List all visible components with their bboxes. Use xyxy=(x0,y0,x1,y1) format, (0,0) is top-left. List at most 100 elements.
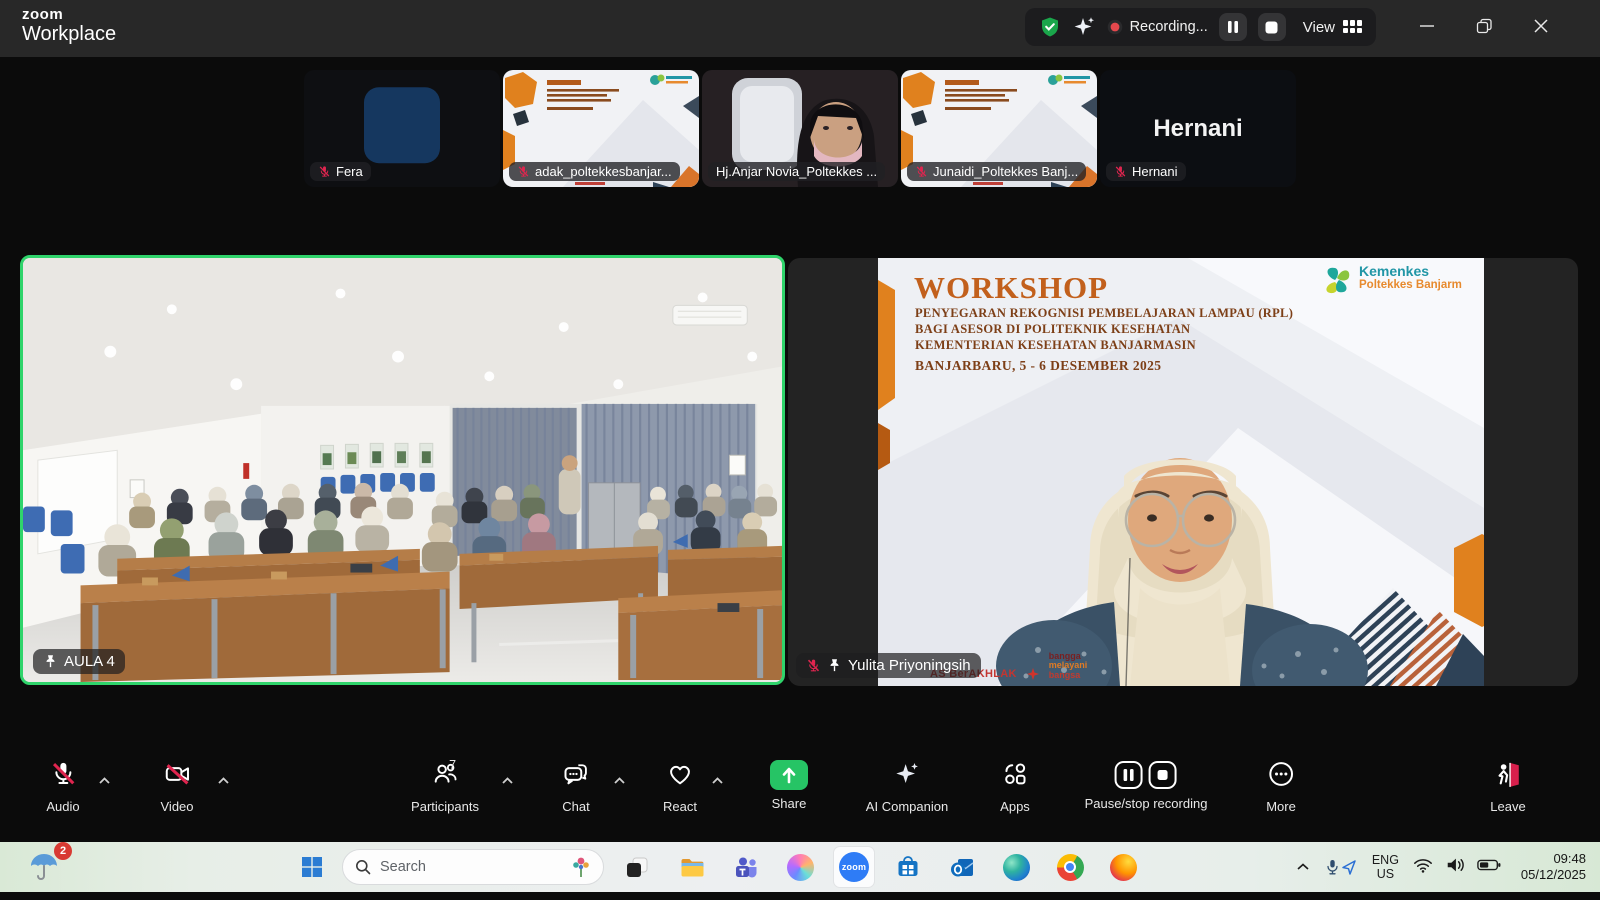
video-tile-anjar[interactable]: Hj.Anjar Novia_Poltekkes ... xyxy=(702,70,898,187)
pin-icon xyxy=(43,654,58,669)
language-switcher[interactable]: ENG US xyxy=(1364,853,1407,882)
video-tile-yulita[interactable]: WORKSHOP PENYEGARAN REKOGNISI PEMBELAJAR… xyxy=(788,258,1578,686)
firefox-button[interactable] xyxy=(1103,847,1143,887)
participant-name-pill: Hj.Anjar Novia_Poltekkes ... xyxy=(708,162,885,181)
restore-button[interactable] xyxy=(1460,0,1508,52)
pause-stop-recording-button[interactable]: Pause/stop recording xyxy=(1085,760,1208,811)
close-button[interactable] xyxy=(1517,0,1565,52)
stop-icon xyxy=(1265,21,1278,34)
audio-button[interactable]: Audio xyxy=(46,760,79,814)
participant-name: Fera xyxy=(336,164,363,179)
more-ellipsis-icon xyxy=(1267,760,1295,788)
zoom-app-button[interactable]: zoom xyxy=(834,847,874,887)
search-icon xyxy=(355,859,371,875)
file-explorer-button[interactable] xyxy=(672,847,712,887)
react-button[interactable]: React xyxy=(663,760,697,814)
video-tile-fera[interactable]: Fera xyxy=(304,70,500,187)
video-label: Video xyxy=(160,799,193,814)
weather-widget-button[interactable]: 2 xyxy=(24,847,64,887)
leave-button[interactable]: Leave xyxy=(1490,760,1525,814)
weather-badge: 2 xyxy=(54,842,72,860)
view-button[interactable]: View xyxy=(1303,19,1362,36)
chat-button[interactable]: Chat xyxy=(562,760,590,814)
audio-options-chevron[interactable] xyxy=(98,772,111,790)
participants-options-chevron[interactable] xyxy=(501,772,514,790)
system-tray: ENG US 09:48 05/12/2025 xyxy=(1287,842,1600,892)
recording-label: Recording... xyxy=(1130,19,1208,35)
edge-button[interactable] xyxy=(996,847,1036,887)
logo-zoom-text: zoom xyxy=(22,7,116,22)
muted-mic-icon xyxy=(49,760,77,788)
participant-name-pill: Hernani xyxy=(1106,162,1186,181)
camera-off-icon xyxy=(163,760,191,788)
outlook-button[interactable] xyxy=(942,847,982,887)
task-view-icon xyxy=(624,854,650,880)
tile-name-pill: AULA 4 xyxy=(33,649,125,674)
recording-controls-icon xyxy=(1085,760,1208,790)
chrome-icon xyxy=(1057,854,1084,881)
participants-button[interactable]: 7 Participants xyxy=(411,760,479,814)
video-options-chevron[interactable] xyxy=(217,772,230,790)
copilot-icon xyxy=(787,854,814,881)
video-tile-hernani[interactable]: Hernani Hernani xyxy=(1100,70,1296,187)
video-tile-junaidi[interactable]: Junaidi_Poltekkes Banj... xyxy=(901,70,1097,187)
participants-label: Participants xyxy=(411,799,479,814)
chrome-button[interactable] xyxy=(1050,847,1090,887)
ai-companion-sparkle-icon[interactable] xyxy=(1072,15,1096,39)
ai-companion-button[interactable]: AI Companion xyxy=(866,760,948,814)
wifi-button[interactable] xyxy=(1407,856,1439,879)
react-label: React xyxy=(663,799,697,814)
more-button[interactable]: More xyxy=(1266,760,1296,814)
tile-name-pill: Yulita Priyoningsih xyxy=(796,653,981,678)
avatar xyxy=(364,87,440,163)
video-tile-adak[interactable]: adak_poltekkesbanjar... xyxy=(503,70,699,187)
taskbar-search-box[interactable]: Search xyxy=(342,849,604,885)
recording-indicator: Recording... xyxy=(1107,19,1208,35)
apps-label: Apps xyxy=(1000,799,1030,814)
tray-mic-location[interactable] xyxy=(1319,859,1364,875)
video-button[interactable]: Video xyxy=(160,760,193,814)
share-icon xyxy=(770,760,808,790)
chevron-up-icon xyxy=(1296,862,1310,871)
more-label: More xyxy=(1266,799,1296,814)
copilot-button[interactable] xyxy=(780,847,820,887)
share-button[interactable]: Share xyxy=(770,760,808,811)
kemenkes-logo-text: Kemenkes xyxy=(1359,264,1462,279)
task-view-button[interactable] xyxy=(617,847,657,887)
microsoft-store-button[interactable] xyxy=(888,847,928,887)
volume-button[interactable] xyxy=(1439,856,1471,879)
zoom-icon-text: zoom xyxy=(842,862,866,872)
participant-name-pill: adak_poltekkesbanjar... xyxy=(509,162,680,181)
share-label: Share xyxy=(770,796,808,811)
pause-recording-button[interactable] xyxy=(1219,13,1247,41)
participant-name: adak_poltekkesbanjar... xyxy=(535,164,672,179)
minimize-button[interactable] xyxy=(1403,0,1451,52)
clock-date: 05/12/2025 xyxy=(1521,867,1586,883)
edge-icon xyxy=(1003,854,1030,881)
taskbar-clock[interactable]: 09:48 05/12/2025 xyxy=(1521,851,1586,884)
start-button[interactable] xyxy=(292,847,332,887)
restore-icon xyxy=(1476,18,1493,35)
chat-options-chevron[interactable] xyxy=(613,772,626,790)
teams-button[interactable] xyxy=(726,847,766,887)
stop-recording-button[interactable] xyxy=(1258,13,1286,41)
kemenkes-logo: Kemenkes Poltekkes Banjarm xyxy=(1321,264,1462,296)
tray-overflow-button[interactable] xyxy=(1287,858,1319,876)
participant-name: Junaidi_Poltekkes Banj... xyxy=(933,164,1078,179)
pause-icon xyxy=(1227,20,1239,34)
video-tile-aula4[interactable]: AULA 4 xyxy=(20,255,785,685)
react-options-chevron[interactable] xyxy=(711,772,724,790)
ai-companion-label: AI Companion xyxy=(866,799,948,814)
apps-button[interactable]: Apps xyxy=(1000,760,1030,814)
kemenkes-clover-icon xyxy=(1321,264,1353,296)
battery-button[interactable] xyxy=(1471,857,1507,878)
folder-icon xyxy=(679,854,706,881)
pause-recording-icon[interactable] xyxy=(1114,760,1144,790)
muted-mic-icon xyxy=(915,165,928,178)
leave-icon xyxy=(1494,760,1522,788)
heart-icon xyxy=(666,760,694,788)
participant-name-pill: Fera xyxy=(310,162,371,181)
slide-date: BANJARBARU, 5 - 6 DESEMBER 2025 xyxy=(915,358,1161,374)
apps-icon xyxy=(1001,760,1029,788)
stop-recording-icon[interactable] xyxy=(1148,760,1178,790)
